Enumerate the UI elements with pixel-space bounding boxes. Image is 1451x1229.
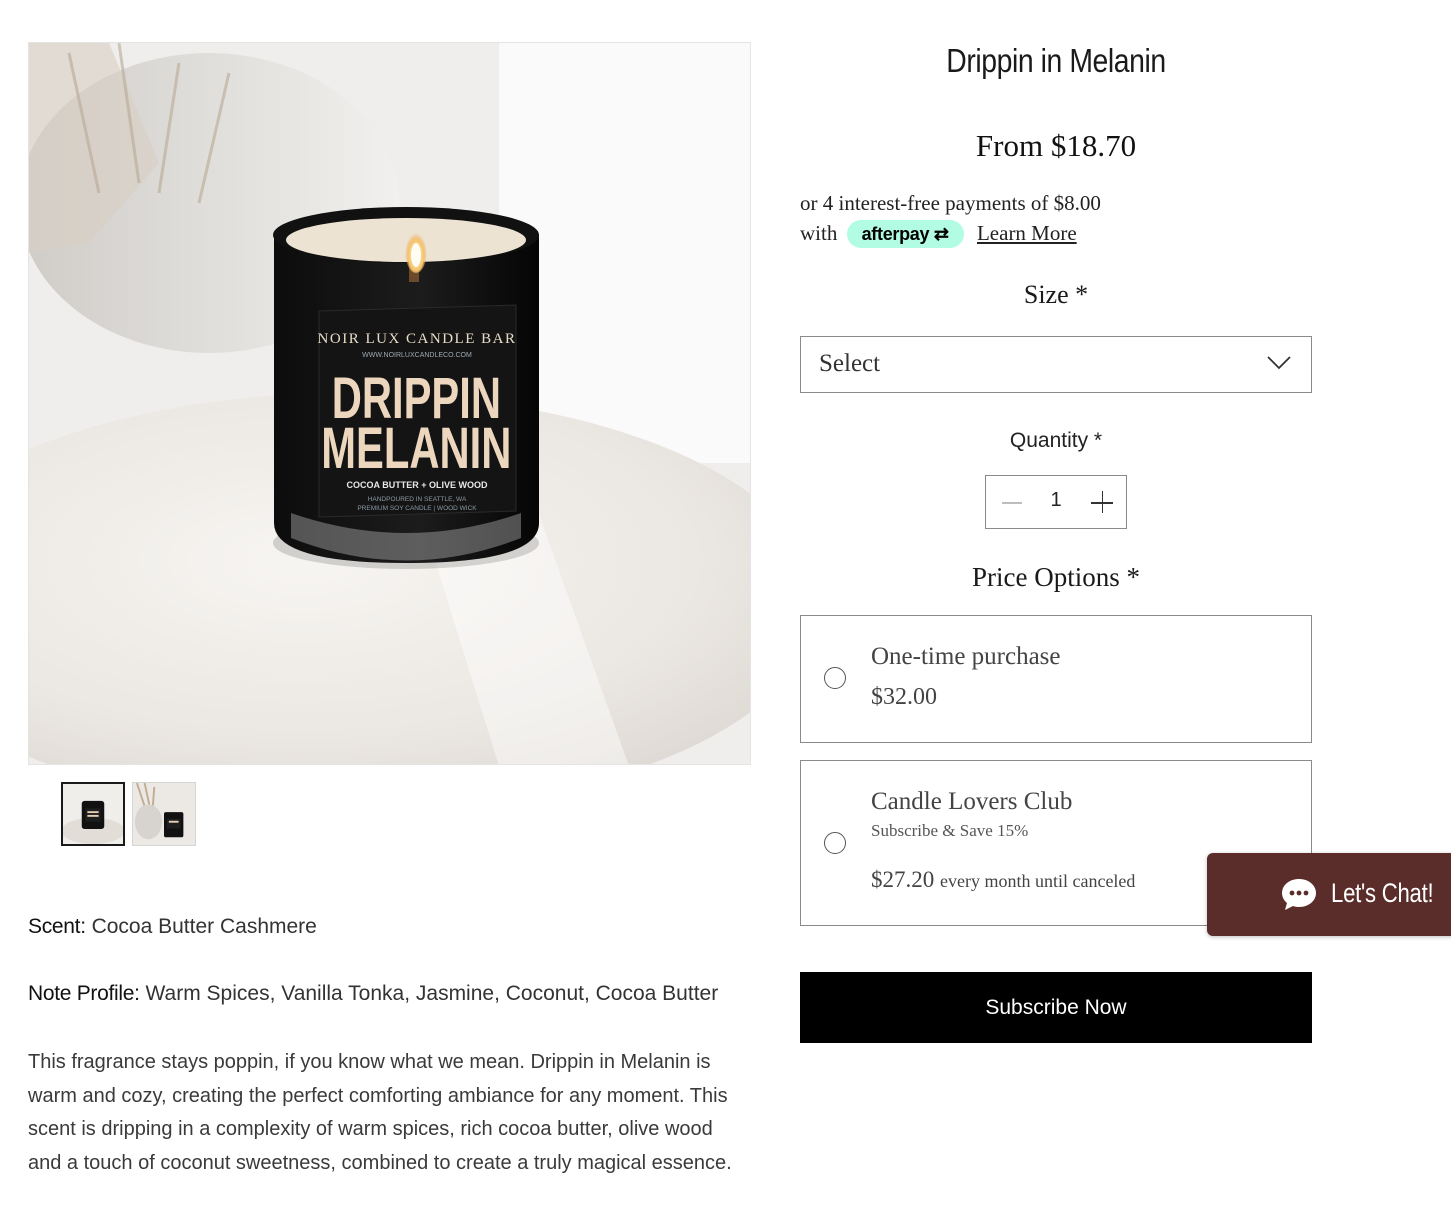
- product-main-image[interactable]: NOIR LUX CANDLE BAR WWW.NOIRLUXCANDLECO.…: [28, 42, 751, 765]
- subscription-price: $27.20: [871, 867, 935, 892]
- afterpay-with: with: [800, 221, 838, 245]
- price-options-label: Price Options *: [972, 562, 1140, 592]
- subscription-frequency: every month until canceled: [940, 871, 1136, 891]
- afterpay-logo: afterpay ⇄: [846, 219, 964, 248]
- product-title: Drippin in Melanin: [946, 42, 1166, 79]
- scent-line: Scent: Cocoa Butter Cashmere: [28, 915, 317, 939]
- note-profile-value: Warm Spices, Vanilla Tonka, Jasmine, Coc…: [145, 982, 719, 1005]
- label-foot1: HANDPOURED IN SEATTLE, WA: [368, 496, 467, 503]
- label-notes: COCOA BUTTER + OLIVE WOOD: [347, 480, 488, 490]
- quantity-label: Quantity *: [1009, 429, 1103, 452]
- quantity-value[interactable]: 1: [1036, 489, 1076, 512]
- size-dropdown[interactable]: Select: [800, 336, 1312, 393]
- quantity-increment-button[interactable]: [1076, 476, 1126, 528]
- chat-label: Let's Chat!: [1331, 878, 1434, 908]
- thumbnail-2[interactable]: [132, 782, 196, 846]
- quantity-stepper: 1: [985, 475, 1127, 529]
- afterpay-text: or 4 interest-free payments of $8.00: [800, 191, 1101, 215]
- size-label: Size *: [1023, 280, 1089, 309]
- label-line2: MELANIN: [321, 415, 511, 480]
- candle-photo: NOIR LUX CANDLE BAR WWW.NOIRLUXCANDLECO.…: [29, 43, 750, 764]
- subscribe-now-button[interactable]: Subscribe Now: [800, 972, 1312, 1043]
- chevron-down-icon: [1267, 356, 1291, 370]
- thumbnail-2-image: [133, 783, 195, 845]
- afterpay-badge-text: afterpay: [861, 223, 930, 244]
- scent-label: Scent:: [28, 915, 86, 938]
- note-profile-line: Note Profile: Warm Spices, Vanilla Tonka…: [28, 982, 718, 1006]
- chat-widget-button[interactable]: Let's Chat!: [1207, 853, 1451, 936]
- chat-bubble-icon: [1282, 879, 1316, 910]
- quantity-decrement-button[interactable]: [986, 476, 1036, 528]
- subscription-name: Candle Lovers Club: [871, 788, 1073, 815]
- label-url: WWW.NOIRLUXCANDLECO.COM: [362, 352, 472, 359]
- subscription-radio[interactable]: [824, 832, 846, 854]
- one-time-name: One-time purchase: [871, 643, 1061, 670]
- product-price: From $18.70: [975, 128, 1137, 163]
- afterpay-message: or 4 interest-free payments of $8.00 wit…: [800, 188, 1220, 251]
- size-dropdown-value: Select: [819, 350, 881, 377]
- afterpay-arrows-icon: ⇄: [929, 223, 949, 244]
- label-brand: NOIR LUX CANDLE BAR: [318, 331, 517, 347]
- price-option-one-time[interactable]: One-time purchase $32.00: [800, 615, 1312, 743]
- subscription-price-line: $27.20 every month until canceled: [871, 867, 1135, 893]
- thumbnail-strip: [61, 782, 196, 846]
- scent-value: Cocoa Butter Cashmere: [91, 915, 317, 938]
- thumbnail-1-image: [63, 784, 123, 844]
- one-time-radio[interactable]: [824, 667, 846, 689]
- thumbnail-1[interactable]: [61, 782, 125, 846]
- note-profile-label: Note Profile:: [28, 982, 140, 1005]
- product-description: This fragrance stays poppin, if you know…: [28, 1051, 732, 1174]
- subscription-subtitle: Subscribe & Save 15%: [871, 821, 1029, 840]
- label-foot2: PREMIUM SOY CANDLE | WOOD WICK: [357, 505, 477, 512]
- one-time-price: $32.00: [871, 684, 937, 710]
- afterpay-learn-more-link[interactable]: Learn More: [977, 221, 1077, 245]
